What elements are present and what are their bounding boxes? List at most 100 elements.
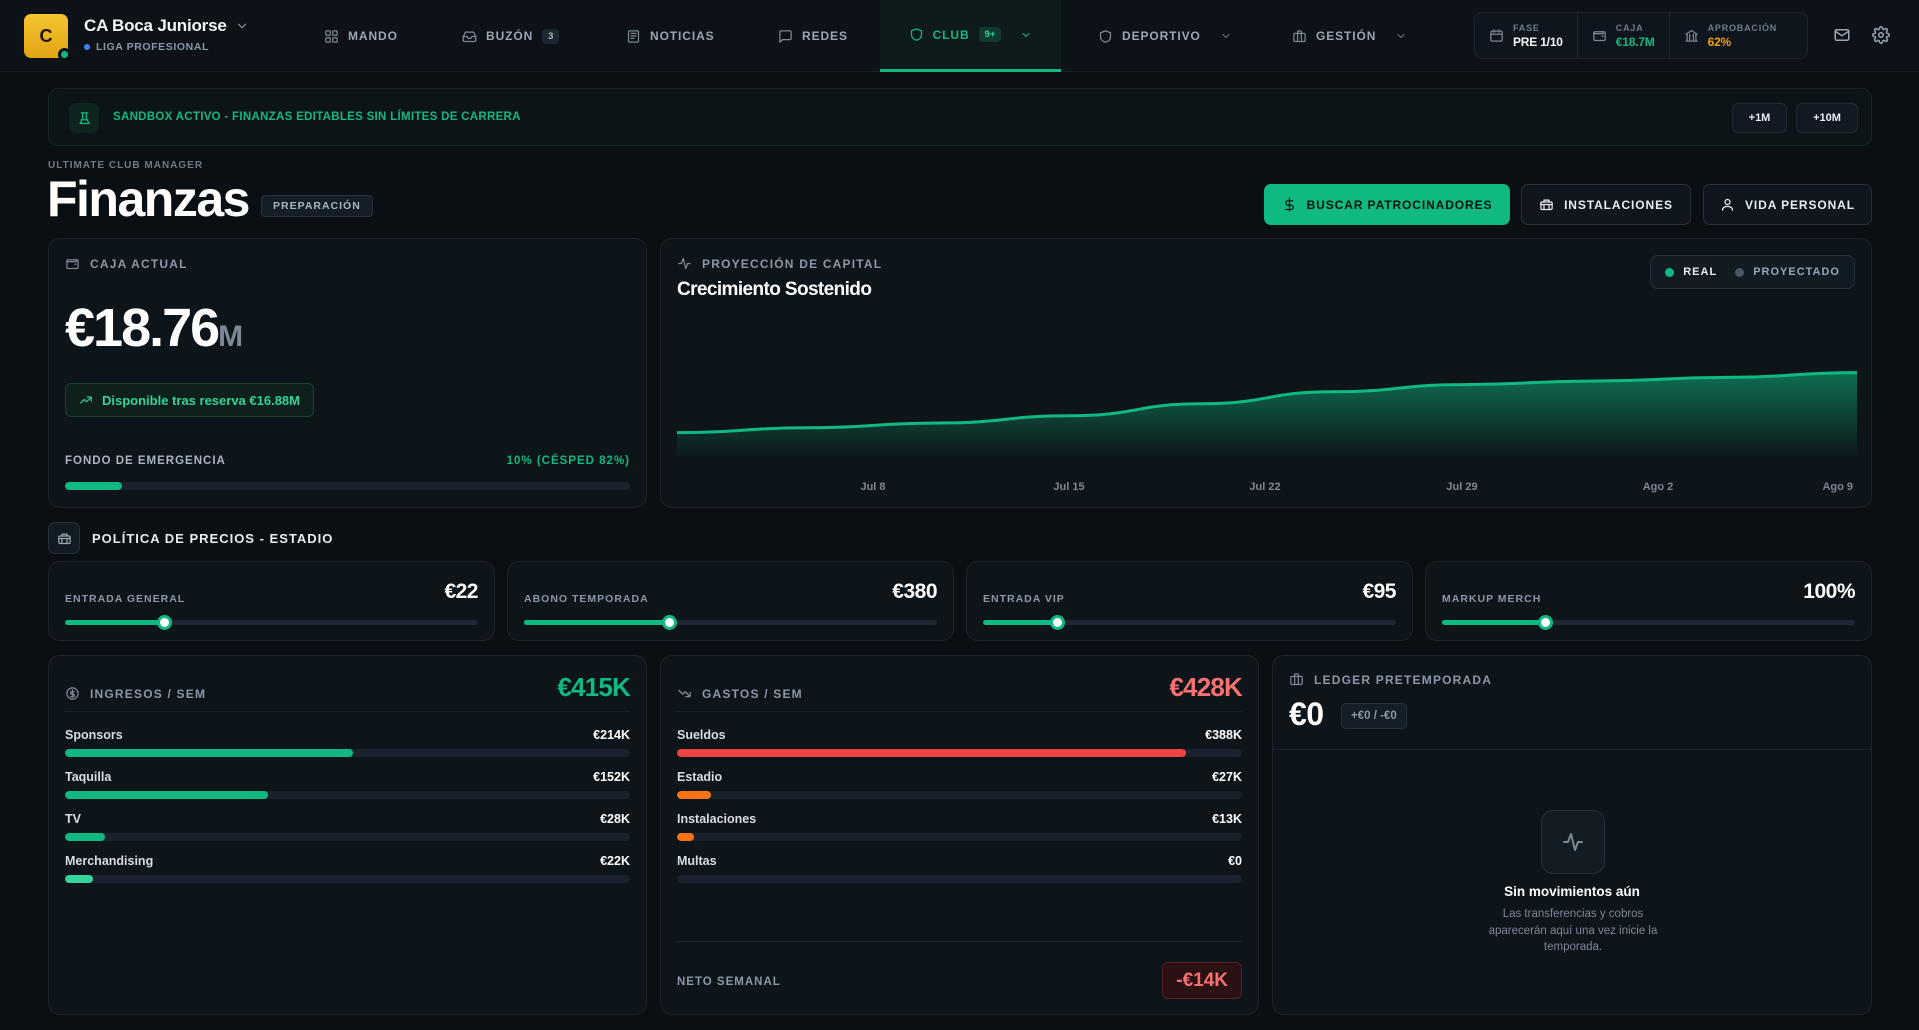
expenses-total: €428K [1169, 672, 1242, 702]
chevron-down-icon [1220, 30, 1232, 42]
grid-icon [324, 29, 339, 44]
emergency-fund-label: FONDO DE EMERGENCIA [65, 455, 226, 467]
row-value: €214K [593, 728, 630, 742]
row-label: Merchandising [65, 854, 154, 868]
price-card: ENTRADA VIP €95 [966, 561, 1413, 641]
sandbox-banner: SANDBOX ACTIVO - FINANZAS EDITABLES SIN … [48, 88, 1872, 146]
trending-up-icon [79, 393, 93, 407]
price-slider-fill [983, 620, 1058, 625]
nav-buzon[interactable]: BUZÓN 3 [462, 0, 560, 72]
approval-stat: APROBACIÓN 62% [1670, 13, 1792, 58]
expenses-label-text: GASTOS / SEM [702, 686, 803, 701]
nav-deportivo[interactable]: DEPORTIVO [1098, 0, 1232, 72]
income-row: Sponsors €214K [65, 728, 630, 758]
income-label-text: INGRESOS / SEM [90, 686, 207, 701]
phase-stat: FASE PRE 1/10 [1475, 13, 1578, 58]
user-icon [1720, 197, 1735, 212]
nav-gestion-label: GESTIÓN [1316, 29, 1377, 43]
current-cash-amount: €18.76M [65, 297, 243, 359]
expense-row: Instalaciones €13K [677, 812, 1242, 842]
price-slider-handle[interactable] [1050, 615, 1066, 630]
cash-label: CAJA [1615, 22, 1644, 33]
row-bar-fill [65, 791, 269, 799]
price-card: ENTRADA GENERAL €22 [48, 561, 495, 641]
row-label: Taquilla [65, 770, 112, 784]
mail-icon[interactable] [1833, 26, 1851, 44]
price-slider[interactable] [983, 615, 1396, 630]
nav-club[interactable]: CLUB 9+ [880, 0, 1061, 72]
cash-amount-unit: M [218, 320, 244, 353]
price-label: ABONO TEMPORADA [524, 593, 649, 605]
phase-label: FASE [1513, 22, 1540, 33]
price-slider-handle[interactable] [1538, 615, 1554, 630]
club-initial: C [39, 25, 53, 46]
stadium-icon [57, 531, 72, 546]
row-bar [677, 749, 1242, 757]
find-sponsors-button[interactable]: BUSCAR PATROCINADORES [1264, 184, 1510, 225]
price-slider[interactable] [524, 615, 937, 630]
expense-row: Estadio €27K [677, 770, 1242, 800]
income-label: INGRESOS / SEM [65, 686, 206, 701]
price-slider[interactable] [1442, 615, 1855, 630]
nav-deportivo-label: DEPORTIVO [1122, 29, 1201, 43]
facilities-button[interactable]: INSTALACIONES [1521, 184, 1691, 225]
chat-icon [778, 29, 793, 44]
personal-life-button[interactable]: VIDA PERSONAL [1703, 184, 1872, 225]
price-slider-fill [524, 620, 669, 625]
legend-projected[interactable]: PROYECTADO [1735, 266, 1840, 278]
newspaper-icon [626, 29, 641, 44]
income-row: Merchandising €22K [65, 854, 630, 884]
add-10m-button[interactable]: +10M [1796, 103, 1858, 133]
price-value: €380 [892, 580, 937, 603]
shield-outline-icon [1098, 29, 1113, 44]
pricing-section-header: POLÍTICA DE PRECIOS - ESTADIO [48, 522, 333, 554]
calendar-icon [1489, 28, 1504, 43]
league-name: LIGA PROFESIONAL [96, 41, 210, 53]
cash-amount-number: €18.76 [65, 298, 220, 358]
sandbox-icon-box [69, 103, 99, 133]
nav-mando[interactable]: MANDO [324, 0, 398, 72]
row-bar [65, 875, 630, 883]
club-logo[interactable]: C [24, 14, 71, 61]
row-bar [65, 749, 630, 757]
shield-icon [909, 27, 924, 42]
legend-real-label: REAL [1683, 266, 1718, 278]
ledger-label: LEDGER PRETEMPORADA [1289, 672, 1492, 687]
pricing-section-title: POLÍTICA DE PRECIOS - ESTADIO [92, 530, 334, 546]
expenses-label: GASTOS / SEM [677, 686, 803, 701]
personal-life-label: VIDA PERSONAL [1745, 197, 1855, 212]
emergency-fund-bar [65, 482, 630, 490]
gear-icon[interactable] [1872, 26, 1890, 44]
activity-icon [1561, 830, 1585, 854]
activity-icon [677, 256, 692, 271]
league-dot-icon [84, 44, 90, 50]
nav-redes[interactable]: REDES [778, 0, 848, 72]
income-card: INGRESOS / SEM €415K Sponsors €214K Taqu… [48, 655, 647, 1015]
nav-noticias-label: NOTICIAS [650, 29, 715, 43]
legend-real[interactable]: REAL [1665, 266, 1717, 278]
current-cash-label-text: CAJA ACTUAL [90, 256, 188, 271]
wallet-icon [1592, 28, 1607, 43]
row-bar [65, 791, 630, 799]
price-slider-handle[interactable] [157, 615, 173, 630]
row-bar-fill [65, 875, 94, 883]
trending-down-icon [677, 686, 692, 701]
club-switcher[interactable]: CA Boca Juniorse [84, 16, 249, 36]
cash-value: €18.7M [1615, 34, 1655, 49]
price-slider[interactable] [65, 615, 478, 630]
income-row: TV €28K [65, 812, 630, 842]
empty-state-text: Las transferencias y cobros aparecerán a… [1488, 908, 1658, 953]
online-status-dot [58, 48, 71, 61]
available-cash-text: Disponible tras reserva €16.88M [102, 392, 300, 408]
nav-noticias[interactable]: NOTICIAS [626, 0, 715, 72]
price-slider-handle[interactable] [661, 615, 677, 630]
empty-state-title: Sin movimientos aún [1504, 884, 1640, 899]
flask-icon [77, 111, 92, 126]
nav-gestion[interactable]: GESTIÓN [1292, 0, 1407, 72]
club-notification-badge: 9+ [978, 27, 1002, 42]
x-tick-label: Ago 2 [1643, 481, 1674, 493]
add-1m-button[interactable]: +1M [1732, 103, 1787, 133]
row-value: €27K [1212, 770, 1242, 784]
price-card: ABONO TEMPORADA €380 [507, 561, 954, 641]
stadium-icon [1539, 197, 1554, 212]
